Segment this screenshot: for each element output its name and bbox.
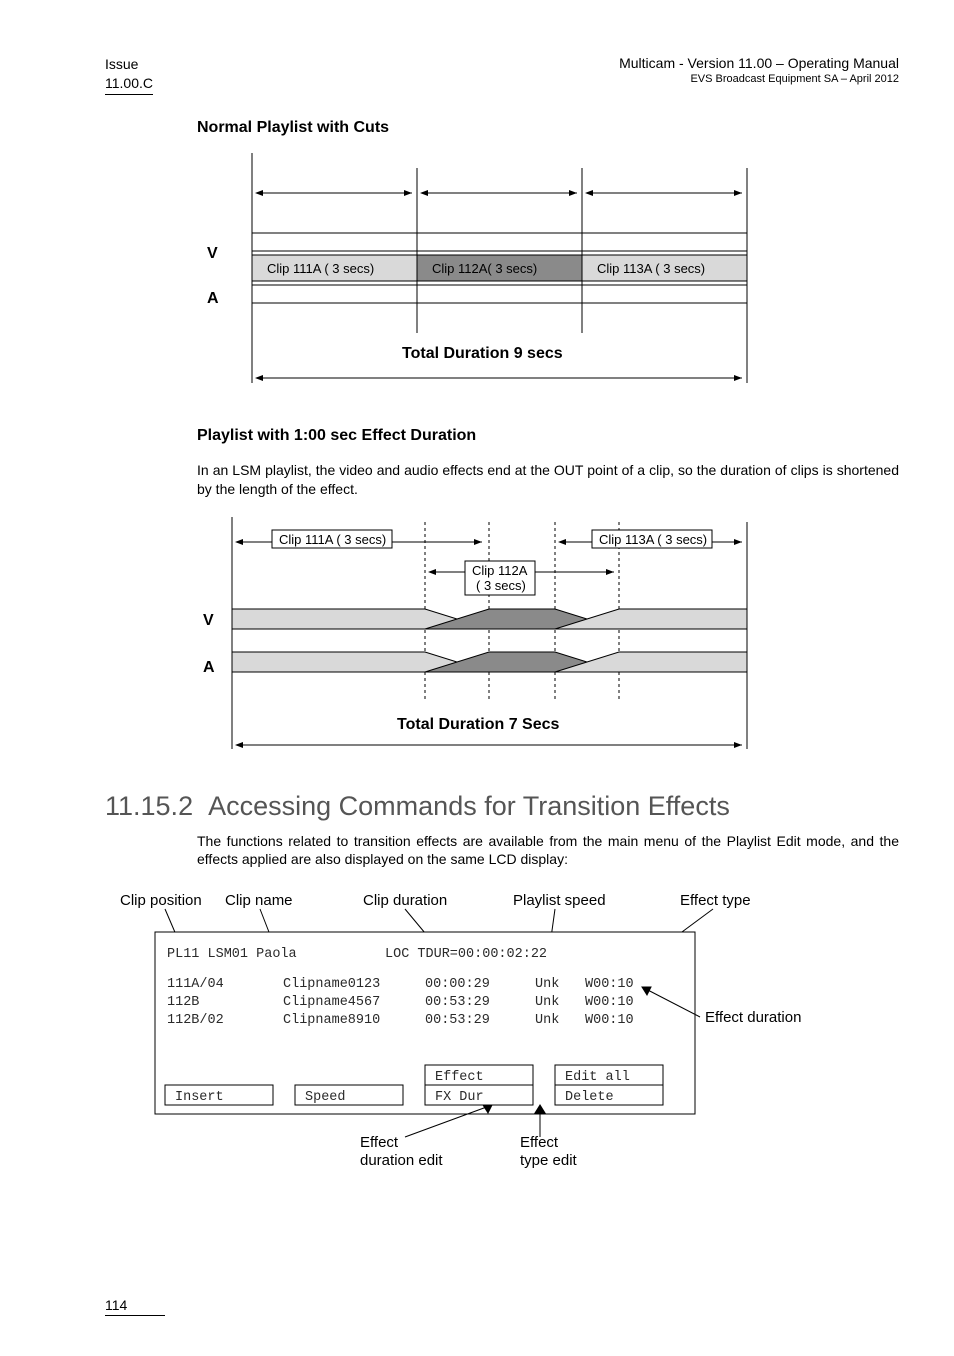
r3-pos: 112B/02 bbox=[167, 1013, 224, 1028]
annot-effect-type: Effect type bbox=[680, 892, 751, 909]
btn-delete: Delete bbox=[565, 1090, 614, 1105]
diagram-effect-playlist: Clip 111A ( 3 secs) Clip 113A ( 3 secs) … bbox=[197, 517, 899, 767]
doc-title-block: Multicam - Version 11.00 – Operating Man… bbox=[619, 55, 899, 86]
annot-eff-type-edit1: Effect bbox=[520, 1134, 559, 1151]
section-number: 11.15.2 bbox=[105, 791, 193, 821]
r3-dur: 00:53:29 bbox=[425, 1013, 490, 1028]
annot-eff-dur-edit2: duration edit bbox=[360, 1152, 443, 1169]
clip1b-label: Clip 111A ( 3 secs) bbox=[279, 532, 386, 547]
annot-playlist-speed: Playlist speed bbox=[513, 892, 606, 909]
issue-block: Issue 11.00.C bbox=[105, 55, 153, 95]
annot-effect-duration: Effect duration bbox=[705, 1009, 801, 1026]
r2-dur: 00:53:29 bbox=[425, 995, 490, 1010]
total-duration-1: Total Duration 9 secs bbox=[402, 345, 563, 362]
btn-fxdur: FX Dur bbox=[435, 1090, 484, 1105]
r2-spd: Unk bbox=[535, 995, 559, 1010]
clip2ba-label: Clip 112A bbox=[472, 563, 528, 578]
btn-editall: Edit all bbox=[565, 1070, 630, 1085]
r3-fx: W00:10 bbox=[585, 1013, 634, 1028]
r1-spd: Unk bbox=[535, 977, 559, 992]
lcd-loc: LOC TDUR=00:00:02:22 bbox=[385, 947, 547, 962]
r1-name: Clipname0123 bbox=[283, 977, 380, 992]
section-title: Accessing Commands for Transition Effect… bbox=[208, 791, 730, 821]
subheading-effect-playlist: Playlist with 1:00 sec Effect Duration bbox=[197, 427, 899, 445]
r3-name: Clipname8910 bbox=[283, 1013, 380, 1028]
total-duration-2: Total Duration 7 Secs bbox=[397, 716, 560, 733]
annot-clip-duration: Clip duration bbox=[363, 892, 447, 909]
doc-subtitle: EVS Broadcast Equipment SA – April 2012 bbox=[619, 73, 899, 87]
btn-insert: Insert bbox=[175, 1090, 224, 1105]
v-label-2: V bbox=[203, 612, 214, 629]
section3-paragraph: The functions related to transition effe… bbox=[197, 832, 899, 870]
clip2bb-label: ( 3 secs) bbox=[476, 578, 526, 593]
r1-pos: 111A/04 bbox=[167, 977, 224, 992]
clip2-label: Clip 112A( 3 secs) bbox=[432, 261, 537, 276]
clip1-label: Clip 111A ( 3 secs) bbox=[267, 261, 374, 276]
annot-eff-type-edit2: type edit bbox=[520, 1152, 578, 1169]
v-label: V bbox=[207, 245, 218, 262]
lcd-diagram: Clip position Clip name Clip duration Pl… bbox=[105, 887, 899, 1187]
r1-dur: 00:00:29 bbox=[425, 977, 490, 992]
subheading-normal-playlist: Normal Playlist with Cuts bbox=[197, 119, 899, 137]
section-heading-11-15-2: 11.15.2 Accessing Commands for Transitio… bbox=[105, 791, 899, 822]
clip3-label: Clip 113A ( 3 secs) bbox=[597, 261, 705, 276]
effect-paragraph: In an LSM playlist, the video and audio … bbox=[197, 461, 899, 499]
diagram-normal-playlist: V A Clip 111A ( 3 secs) Clip 112A( 3 sec… bbox=[197, 153, 899, 403]
annot-clip-position: Clip position bbox=[120, 892, 202, 909]
page-header: Issue 11.00.C Multicam - Version 11.00 –… bbox=[105, 55, 899, 95]
btn-effect: Effect bbox=[435, 1070, 484, 1085]
annot-eff-dur-edit1: Effect bbox=[360, 1134, 399, 1151]
a-label: A bbox=[207, 290, 219, 307]
page-number: 114 bbox=[105, 1297, 165, 1316]
lcd-title: PL11 LSM01 Paola bbox=[167, 947, 297, 962]
r2-fx: W00:10 bbox=[585, 995, 634, 1010]
r2-pos: 112B bbox=[167, 995, 199, 1010]
issue-label: Issue bbox=[105, 56, 138, 72]
a-label-2: A bbox=[203, 659, 215, 676]
r2-name: Clipname4567 bbox=[283, 995, 380, 1010]
issue-value: 11.00.C bbox=[105, 75, 153, 91]
r3-spd: Unk bbox=[535, 1013, 559, 1028]
btn-speed: Speed bbox=[305, 1090, 346, 1105]
r1-fx: W00:10 bbox=[585, 977, 634, 992]
doc-title: Multicam - Version 11.00 – Operating Man… bbox=[619, 55, 899, 73]
annot-clip-name: Clip name bbox=[225, 892, 293, 909]
clip3b-label: Clip 113A ( 3 secs) bbox=[599, 532, 707, 547]
